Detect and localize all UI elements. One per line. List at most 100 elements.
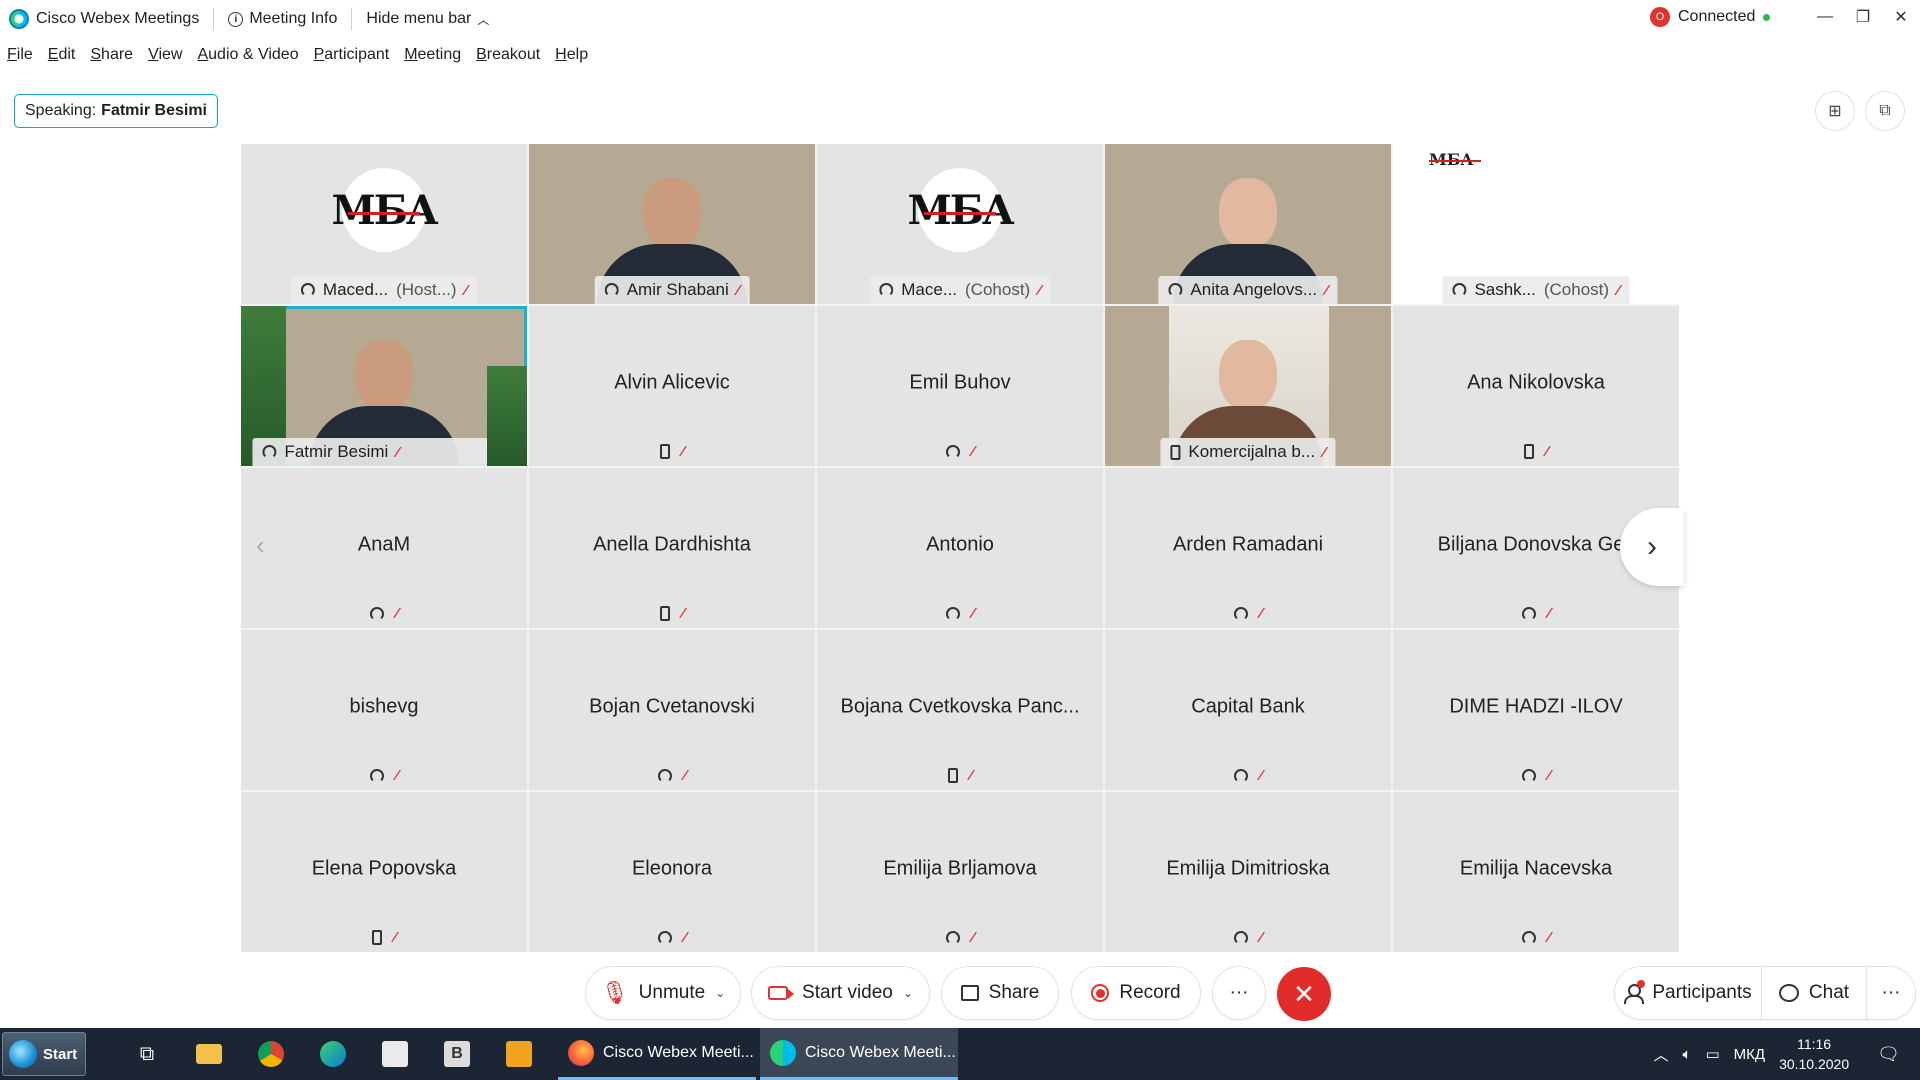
participant-tile[interactable]: МБА Mace... (Cohost) ⁄: [817, 144, 1103, 304]
store-button[interactable]: [364, 1028, 426, 1080]
menu-item[interactable]: Meeting: [404, 46, 461, 64]
participant-name: Emilija Nacevska: [1459, 857, 1613, 880]
notifications-icon[interactable]: 🗨︎: [1877, 1044, 1900, 1065]
participant-tile[interactable]: Bojana Cvetkovska Panc... ⁄: [817, 630, 1103, 790]
popout-layout-button[interactable]: ⧉: [1865, 91, 1905, 131]
muted-mic-icon: ⁄: [683, 929, 687, 946]
participant-status: ⁄: [529, 444, 815, 459]
file-explorer-button[interactable]: [178, 1028, 240, 1080]
participant-tile[interactable]: Anita Angelovs... ⁄: [1105, 144, 1391, 304]
menu-item[interactable]: File: [7, 46, 33, 64]
participant-tile[interactable]: Amir Shabani ⁄: [529, 144, 815, 304]
participant-tile[interactable]: Antonio ⁄: [817, 468, 1103, 628]
connection-status[interactable]: O Connected: [1650, 7, 1771, 27]
participant-tile[interactable]: Capital Bank ⁄: [1105, 630, 1391, 790]
participant-tile[interactable]: DIME HADZI -ILOV ⁄: [1393, 630, 1679, 790]
menu-item[interactable]: Help: [555, 46, 588, 64]
headset-icon: [945, 606, 960, 621]
menu-item[interactable]: Edit: [48, 46, 76, 64]
participant-tile[interactable]: Emil Buhov ⁄: [817, 306, 1103, 466]
leave-meeting-button[interactable]: ✕: [1277, 967, 1331, 1021]
b-app-button[interactable]: B: [426, 1028, 488, 1080]
participants-button[interactable]: Participants: [1614, 966, 1762, 1020]
system-tray: ︿ 🔈︎ ▭ МКД 11:16 30.10.2020 🗨︎: [1653, 1028, 1920, 1080]
outlook-button[interactable]: [488, 1028, 550, 1080]
minimize-icon[interactable]: —: [1806, 0, 1844, 34]
phone-icon: [1170, 444, 1181, 460]
chevron-down-icon[interactable]: ⌄: [715, 986, 725, 1000]
participant-tile[interactable]: Alvin Alicevic ⁄: [529, 306, 815, 466]
volume-icon[interactable]: 🔈︎: [1682, 1046, 1691, 1063]
headset-icon: [604, 283, 619, 297]
previous-page-button[interactable]: ‹: [256, 530, 265, 561]
chevron-up-icon[interactable]: ︿: [1653, 1044, 1668, 1065]
share-icon: [960, 985, 979, 1001]
meeting-info-button[interactable]: i Meeting Info: [228, 10, 337, 28]
menu-item[interactable]: Breakout: [476, 46, 540, 64]
taskbar-app-label: Cisco Webex Meeti...: [805, 1043, 956, 1061]
participant-tile[interactable]: Fatmir Besimi ⁄: [241, 306, 527, 466]
chevron-down-icon[interactable]: ⌄: [903, 986, 913, 1000]
grid-layout-button[interactable]: ⊞: [1815, 91, 1855, 131]
muted-mic-icon: ⁄: [1547, 929, 1551, 946]
participant-tile[interactable]: Emilija Nacevska ⁄: [1393, 792, 1679, 952]
menu-item[interactable]: Share: [90, 46, 133, 64]
taskbar-app-webex[interactable]: Cisco Webex Meeti...: [760, 1028, 958, 1080]
share-label: Share: [988, 982, 1040, 1003]
participant-tile[interactable]: Anella Dardhishta ⁄: [529, 468, 815, 628]
clock-time: 11:16: [1797, 1036, 1832, 1052]
participant-tile[interactable]: Elena Popovska ⁄: [241, 792, 527, 952]
menu-item[interactable]: Participant: [314, 46, 390, 64]
participant-status: ⁄: [817, 768, 1103, 783]
battery-icon[interactable]: ▭: [1705, 1045, 1719, 1063]
language-indicator[interactable]: МКД: [1734, 1046, 1765, 1063]
task-view-button[interactable]: ⧉: [116, 1028, 178, 1080]
participant-tile[interactable]: Emilija Brljamova ⁄: [817, 792, 1103, 952]
phone-icon: [371, 930, 382, 945]
muted-mic-icon: ⁄: [1325, 281, 1328, 299]
participant-name: Alvin Alicevic: [614, 371, 730, 394]
participant-name: Ana Nikolovska: [1467, 371, 1605, 394]
participant-tile[interactable]: bishevg ⁄: [241, 630, 527, 790]
video-shape: [643, 178, 701, 248]
start-button[interactable]: Start: [2, 1032, 86, 1076]
chrome-button[interactable]: [240, 1028, 302, 1080]
muted-mic-icon: ⁄: [1038, 281, 1041, 299]
muted-mic-icon: ⁄: [464, 281, 468, 299]
hide-menu-bar-button[interactable]: Hide menu bar ︿: [366, 10, 489, 28]
start-label: Start: [43, 1045, 78, 1063]
participant-tile[interactable]: МБА Maced... (Host...) ⁄: [241, 144, 527, 304]
edge-button[interactable]: [302, 1028, 364, 1080]
task-view-icon: ⧉: [139, 1042, 155, 1065]
clock[interactable]: 11:16 30.10.2020: [1779, 1034, 1849, 1074]
more-options-button[interactable]: ···: [1212, 966, 1266, 1020]
participant-tile[interactable]: Bojan Cvetanovski ⁄: [529, 630, 815, 790]
taskbar-app-webex-firefox[interactable]: Cisco Webex Meeti...: [558, 1028, 756, 1080]
unmute-button[interactable]: 🎙︎ Unmute ⌄: [585, 966, 741, 1020]
start-video-button[interactable]: Start video ⌄: [751, 966, 930, 1020]
participant-tile[interactable]: Emilija Dimitrioska ⁄: [1105, 792, 1391, 952]
chat-button[interactable]: Chat: [1761, 966, 1867, 1020]
participant-status: ⁄: [1105, 768, 1391, 783]
participant-tile[interactable]: Eleonora ⁄: [529, 792, 815, 952]
record-button[interactable]: Record: [1071, 966, 1201, 1020]
menu-item[interactable]: View: [148, 46, 182, 64]
participant-tile[interactable]: Arden Ramadani ⁄: [1105, 468, 1391, 628]
more-panels-button[interactable]: ···: [1866, 966, 1916, 1020]
participant-tile[interactable]: AnaM ⁄: [241, 468, 527, 628]
participant-tile[interactable]: Ana Nikolovska ⁄: [1393, 306, 1679, 466]
participant-role: (Cohost): [965, 280, 1031, 299]
share-button[interactable]: Share: [941, 966, 1059, 1020]
video-shape: [1219, 178, 1277, 248]
close-icon[interactable]: ✕: [1882, 0, 1920, 34]
record-icon: [1091, 984, 1110, 1002]
participant-label: Sashk... (Cohost) ⁄: [1442, 276, 1630, 304]
restore-icon[interactable]: ❐: [1844, 0, 1882, 34]
muted-mic-icon: ⁄: [683, 767, 687, 784]
headset-icon: [1452, 283, 1467, 297]
headset-icon: [657, 768, 672, 783]
participant-tile[interactable]: Komercijalna b... ⁄: [1105, 306, 1391, 466]
muted-mic-icon: ⁄: [681, 605, 685, 622]
menu-item[interactable]: Audio & Video: [197, 46, 298, 64]
participant-tile[interactable]: МБА Sashk... (Cohost) ⁄: [1393, 144, 1679, 304]
